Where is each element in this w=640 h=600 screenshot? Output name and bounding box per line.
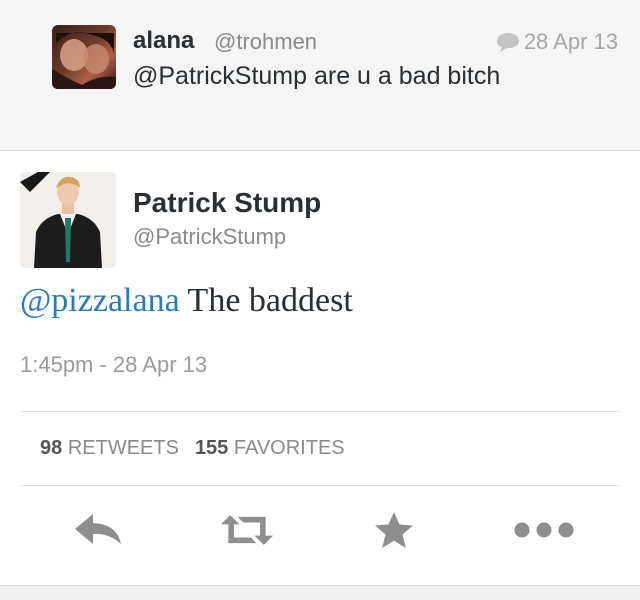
author-avatar-photo [20,172,116,268]
reply-avatar-photo [52,32,116,89]
more-dots-icon [514,522,574,538]
favorite-star-icon [375,512,413,548]
favorites-label: FAVORITES [233,437,345,459]
favorites-stat[interactable]: 155 FAVORITES [195,437,345,459]
tweet-text-content: The baddest [179,282,353,319]
more-button[interactable] [512,508,576,552]
reply-date: 28 Apr 13 [523,29,618,54]
favorites-count: 155 [194,437,229,459]
reply-button[interactable] [70,508,126,552]
retweets-count: 98 [40,437,63,459]
tweet-text: @pizzalana The baddest [20,282,353,320]
retweets-label: RETWEETS [67,437,179,459]
tweet-stats: 98 RETWEETS 155 FAVORITES [40,437,345,460]
bottom-edge [0,585,640,600]
tweet-timestamp: 1:45pm - 28 Apr 13 [20,352,208,377]
divider [20,411,620,412]
mention-link[interactable]: @pizzalana [20,282,180,319]
reply-author-handle[interactable]: @trohmen [214,29,317,55]
divider [20,485,620,486]
author-handle[interactable]: @PatrickStump [133,224,286,250]
reply-icon [75,514,121,544]
retweets-stat[interactable]: 98 RETWEETS [40,437,179,459]
author-avatar[interactable] [20,172,116,268]
author-name[interactable]: Patrick Stump [133,187,321,219]
favorite-button[interactable] [366,508,422,552]
action-bar [0,500,640,560]
conversation-bubble-icon [496,33,519,52]
reply-text: @PatrickStump are u a bad bitch [133,62,501,90]
reply-meta: 28 Apr 13 [496,29,618,55]
retweet-icon [220,515,274,545]
reply-avatar[interactable] [52,25,116,89]
reply-tweet[interactable]: alana @trohmen 28 Apr 13 @PatrickStump a… [0,0,640,151]
retweet-button[interactable] [219,508,275,552]
reply-author-name[interactable]: alana [133,27,194,55]
